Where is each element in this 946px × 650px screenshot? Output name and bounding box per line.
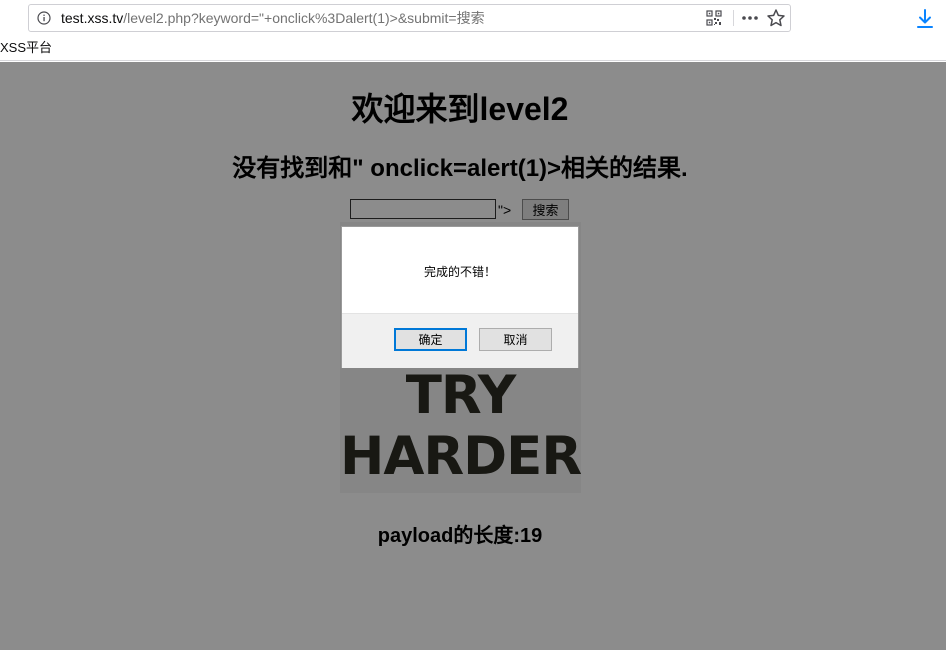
address-bar[interactable]: test.xss.tv/level2.php?keyword="+onclick… xyxy=(28,4,791,32)
dialog-footer: 确定 取消 xyxy=(342,313,578,368)
browser-chrome: test.xss.tv/level2.php?keyword="+onclick… xyxy=(0,0,946,62)
info-icon[interactable] xyxy=(37,11,51,25)
url-path: /level2.php?keyword="+onclick%3Dalert(1)… xyxy=(123,10,485,26)
url-separator xyxy=(733,10,734,26)
qr-code-icon[interactable] xyxy=(706,10,722,26)
url-host: test.xss.tv xyxy=(61,10,124,26)
bookmark-star-icon[interactable] xyxy=(766,8,786,28)
more-actions-icon[interactable] xyxy=(739,9,761,27)
cancel-button[interactable]: 取消 xyxy=(479,328,552,351)
dialog-message: 完成的不错！ xyxy=(423,265,496,279)
download-icon[interactable] xyxy=(914,8,936,30)
ok-button[interactable]: 确定 xyxy=(394,328,467,351)
bookmark-xss-platform[interactable]: XSS平台 xyxy=(0,39,52,57)
url-text[interactable]: test.xss.tv/level2.php?keyword="+onclick… xyxy=(61,5,485,31)
bookmarks-toolbar: XSS平台 xyxy=(0,36,946,61)
alert-dialog: 完成的不错！ 确定 取消 xyxy=(341,226,579,368)
